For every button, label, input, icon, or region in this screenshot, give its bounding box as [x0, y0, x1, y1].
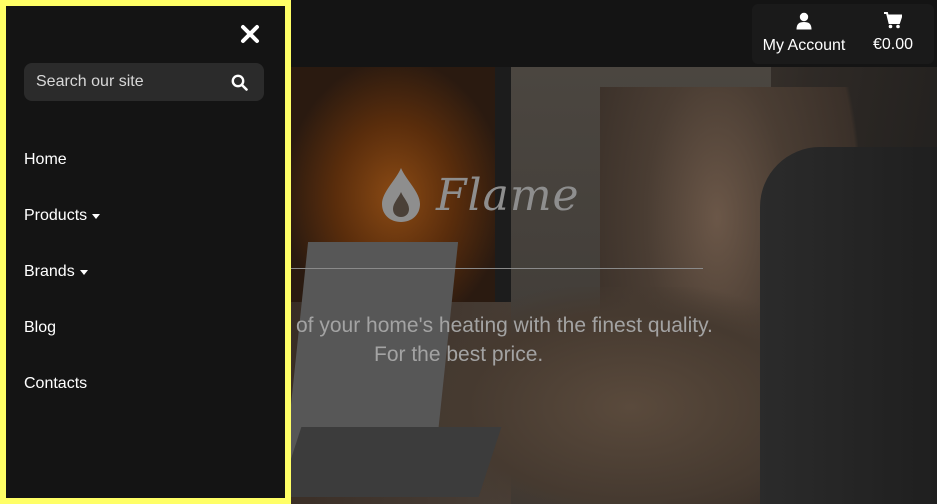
flame-drop-icon [382, 168, 420, 222]
my-account-button[interactable]: My Account [762, 12, 846, 55]
nav-item-home[interactable]: Home [24, 132, 100, 188]
close-menu-button[interactable] [238, 22, 262, 46]
cart-button[interactable]: €0.00 [868, 12, 918, 54]
search-input[interactable] [36, 63, 226, 101]
nav-item-label: Brands [24, 263, 75, 280]
user-icon [796, 12, 812, 30]
tagline-line-2: For the best price. [374, 343, 544, 366]
logo-text: Flame [436, 169, 580, 221]
hero-divider [291, 268, 703, 269]
hero-tagline: of your home's heating with the finest q… [296, 311, 816, 369]
cart-icon [884, 12, 902, 29]
nav-item-blog[interactable]: Blog [24, 300, 100, 356]
side-menu: Home Products Brands Blog Contacts [0, 0, 291, 504]
nav-item-label: Blog [24, 319, 57, 336]
nav-item-products[interactable]: Products [24, 188, 101, 244]
chevron-down-icon [79, 269, 88, 275]
nav-item-label: Contacts [24, 375, 88, 392]
chevron-down-icon [92, 213, 101, 219]
nav-item-label: Home [24, 151, 67, 168]
my-account-label: My Account [762, 37, 846, 54]
account-cart-box: My Account €0.00 [752, 4, 934, 64]
search-icon[interactable] [231, 74, 248, 91]
laptop-keyboard [278, 427, 502, 497]
side-nav: Home Products Brands Blog Contacts [24, 132, 101, 412]
site-search [24, 63, 264, 101]
tagline-line-1: of your home's heating with the finest q… [296, 314, 713, 337]
brand-logo[interactable]: Flame [380, 160, 580, 230]
nav-item-contacts[interactable]: Contacts [24, 356, 100, 412]
close-icon [241, 25, 259, 43]
cart-total: €0.00 [872, 36, 914, 53]
nav-item-label: Products [24, 207, 88, 224]
nav-item-brands[interactable]: Brands [24, 244, 100, 300]
